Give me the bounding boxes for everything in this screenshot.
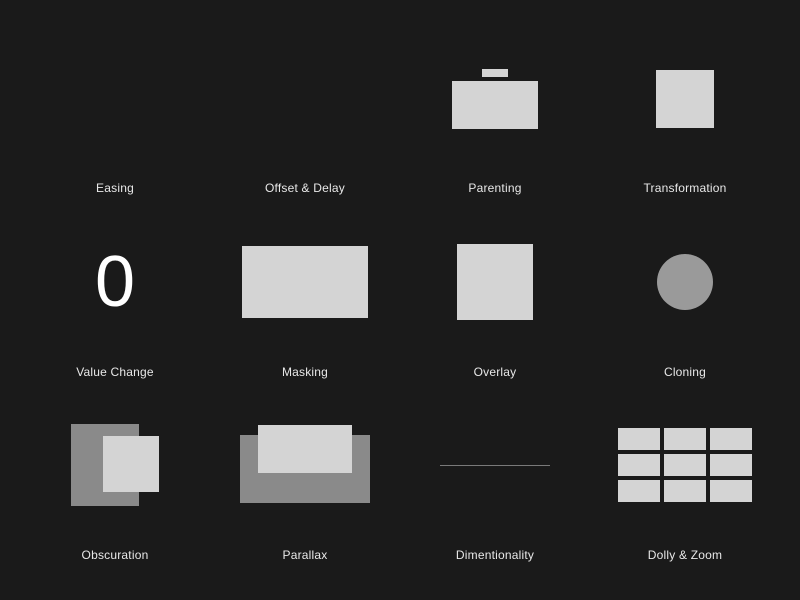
dolly-cell-icon [664, 454, 706, 476]
dolly-cell-icon [664, 480, 706, 502]
dolly-cell-icon [710, 480, 752, 502]
cloning-visual [590, 213, 780, 350]
dolly-cell-icon [664, 428, 706, 450]
parenting-label: Parenting [468, 181, 521, 195]
easing-visual [20, 30, 210, 167]
principle-parallax: Parallax [210, 397, 400, 580]
value-change-label: Value Change [76, 365, 154, 379]
parallax-label: Parallax [283, 548, 328, 562]
parenting-small-rect-icon [482, 69, 508, 77]
obscuration-front-rect-icon [103, 436, 159, 492]
principle-obscuration: Obscuration [20, 397, 210, 580]
principle-easing: Easing [20, 30, 210, 213]
parallax-front-rect-icon [258, 425, 352, 473]
principle-dimensionality: Dimentionality [400, 397, 590, 580]
dolly-cell-icon [710, 454, 752, 476]
cloning-label: Cloning [664, 365, 706, 379]
easing-label: Easing [96, 181, 134, 195]
overlay-square-icon [457, 244, 533, 320]
parenting-visual [400, 30, 590, 167]
overlay-label: Overlay [474, 365, 517, 379]
dimensionality-line-icon [440, 465, 550, 466]
masking-rect-icon [242, 246, 368, 318]
masking-visual [210, 213, 400, 350]
offset-delay-visual [210, 30, 400, 167]
dolly-zoom-grid-icon [618, 428, 752, 502]
principle-offset-delay: Offset & Delay [210, 30, 400, 213]
obscuration-visual [20, 397, 210, 534]
parenting-large-rect-icon [452, 81, 538, 129]
principle-masking: Masking [210, 213, 400, 396]
principle-dolly-zoom: Dolly & Zoom [590, 397, 780, 580]
dolly-cell-icon [618, 428, 660, 450]
overlay-visual [400, 213, 590, 350]
offset-delay-label: Offset & Delay [265, 181, 345, 195]
transformation-visual [590, 30, 780, 167]
principle-value-change: 0 Value Change [20, 213, 210, 396]
dimensionality-label: Dimentionality [456, 548, 534, 562]
parallax-visual [210, 397, 400, 534]
obscuration-label: Obscuration [82, 548, 149, 562]
dolly-zoom-label: Dolly & Zoom [648, 548, 722, 562]
value-change-visual: 0 [20, 213, 210, 350]
principle-overlay: Overlay [400, 213, 590, 396]
value-change-number: 0 [95, 246, 135, 318]
principle-parenting: Parenting [400, 30, 590, 213]
principle-transformation: Transformation [590, 30, 780, 213]
dolly-cell-icon [618, 454, 660, 476]
transformation-square-icon [656, 70, 714, 128]
dimensionality-visual [400, 397, 590, 534]
principle-cloning: Cloning [590, 213, 780, 396]
masking-label: Masking [282, 365, 328, 379]
principles-grid: Easing Offset & Delay Parenting Transfor… [0, 0, 800, 600]
dolly-zoom-visual [590, 397, 780, 534]
dolly-cell-icon [618, 480, 660, 502]
cloning-circle-icon [657, 254, 713, 310]
transformation-label: Transformation [643, 181, 726, 195]
dolly-cell-icon [710, 428, 752, 450]
